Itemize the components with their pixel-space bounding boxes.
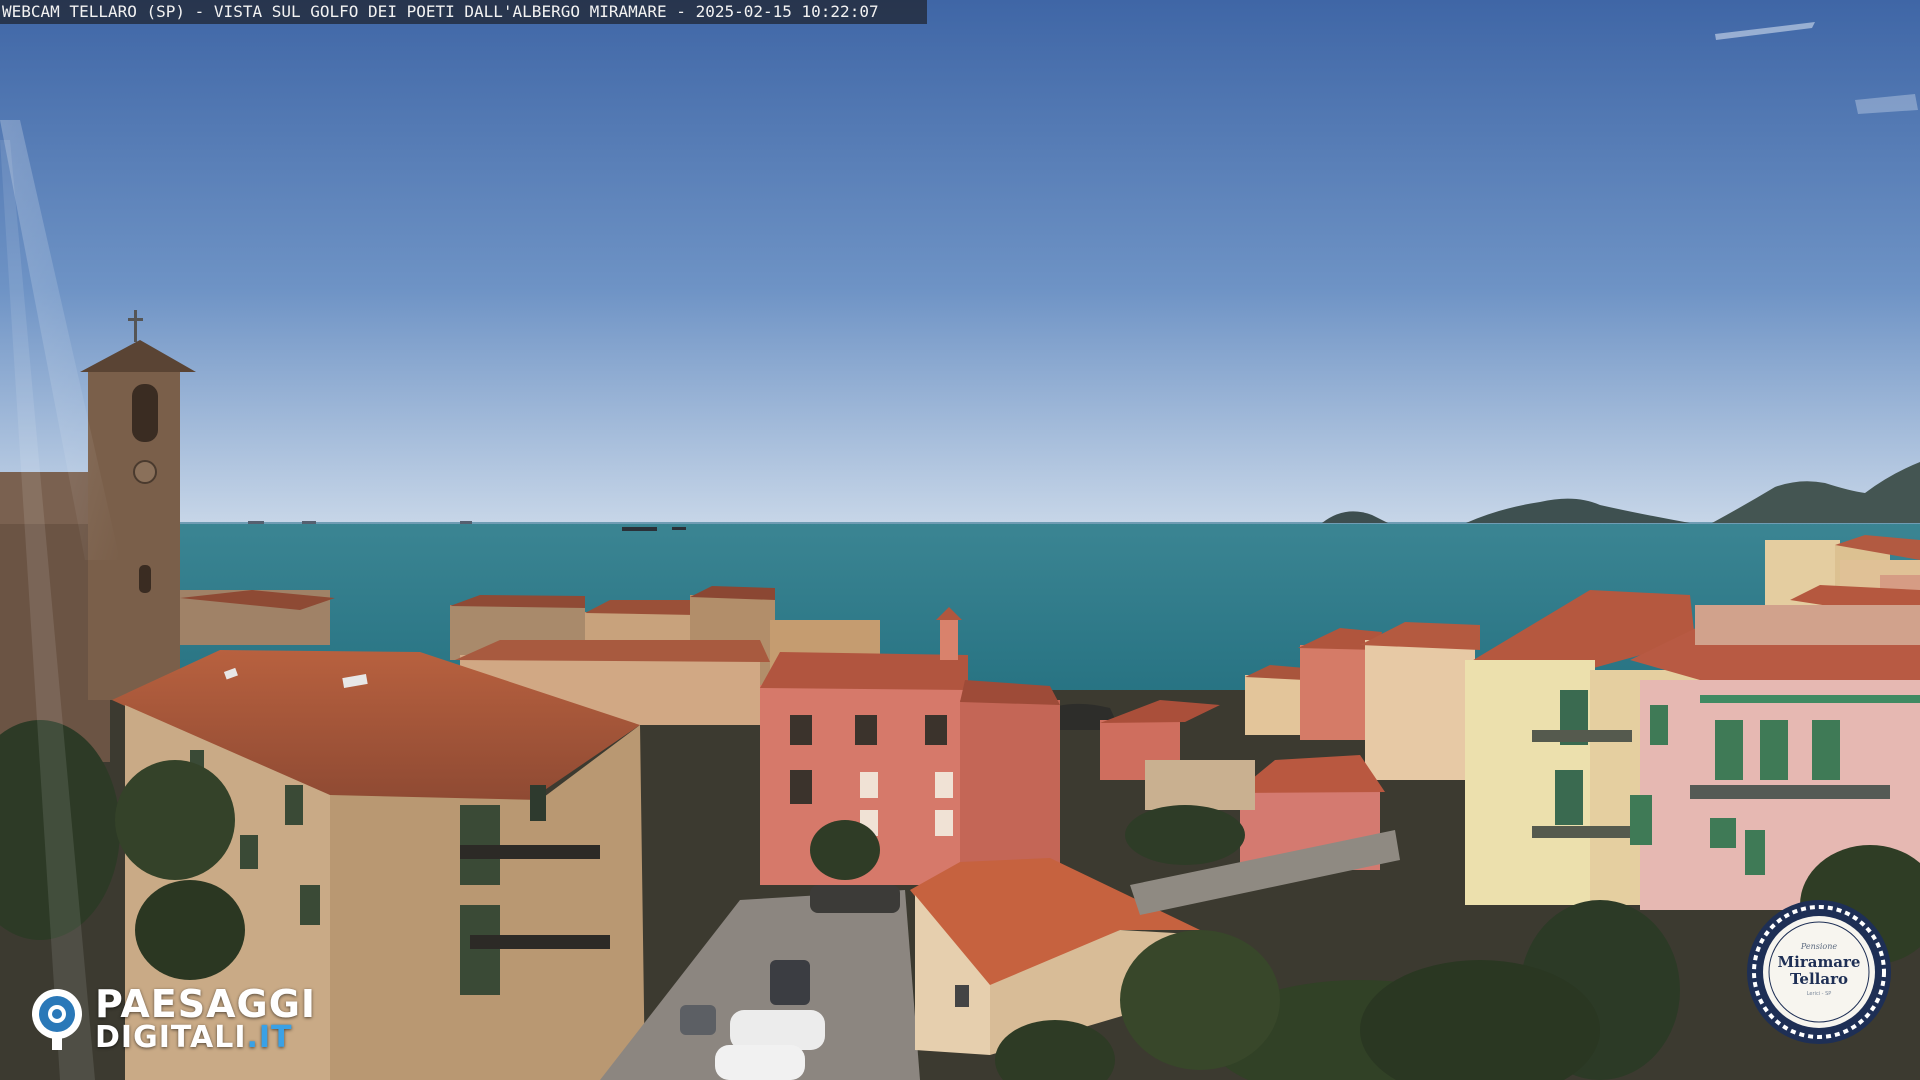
timestamp-caption: WEBCAM TELLARO (SP) - VISTA SUL GOLFO DE… xyxy=(0,0,927,24)
ship xyxy=(622,527,657,531)
ship xyxy=(672,527,686,530)
logo-tld: .IT xyxy=(246,1020,293,1055)
logo-word: DIGITALI xyxy=(95,1020,247,1055)
badge-name-line1: Miramare xyxy=(1777,953,1861,971)
badge-footer: Lerici - SP xyxy=(1806,991,1832,997)
ship xyxy=(302,521,316,524)
badge-small-text: Pensione xyxy=(1800,942,1838,951)
paesaggi-digitali-logo: PAESAGGI DIGITALI.IT xyxy=(28,982,348,1055)
webcam-frame: WEBCAM TELLARO (SP) - VISTA SUL GOLFO DE… xyxy=(0,0,1920,1080)
hotel-badge: Pensione Miramare Tellaro Lerici - SP xyxy=(1745,898,1893,1046)
scene-image xyxy=(0,0,1920,1080)
ship xyxy=(460,521,472,524)
badge-name-line2: Tellaro xyxy=(1789,970,1848,988)
badge-name: Miramare Tellaro xyxy=(1745,954,1893,988)
camera-lens-icon xyxy=(32,989,82,1050)
ship xyxy=(248,521,264,524)
logo-line-2: DIGITALI.IT xyxy=(95,1020,293,1055)
sky xyxy=(0,0,1920,524)
